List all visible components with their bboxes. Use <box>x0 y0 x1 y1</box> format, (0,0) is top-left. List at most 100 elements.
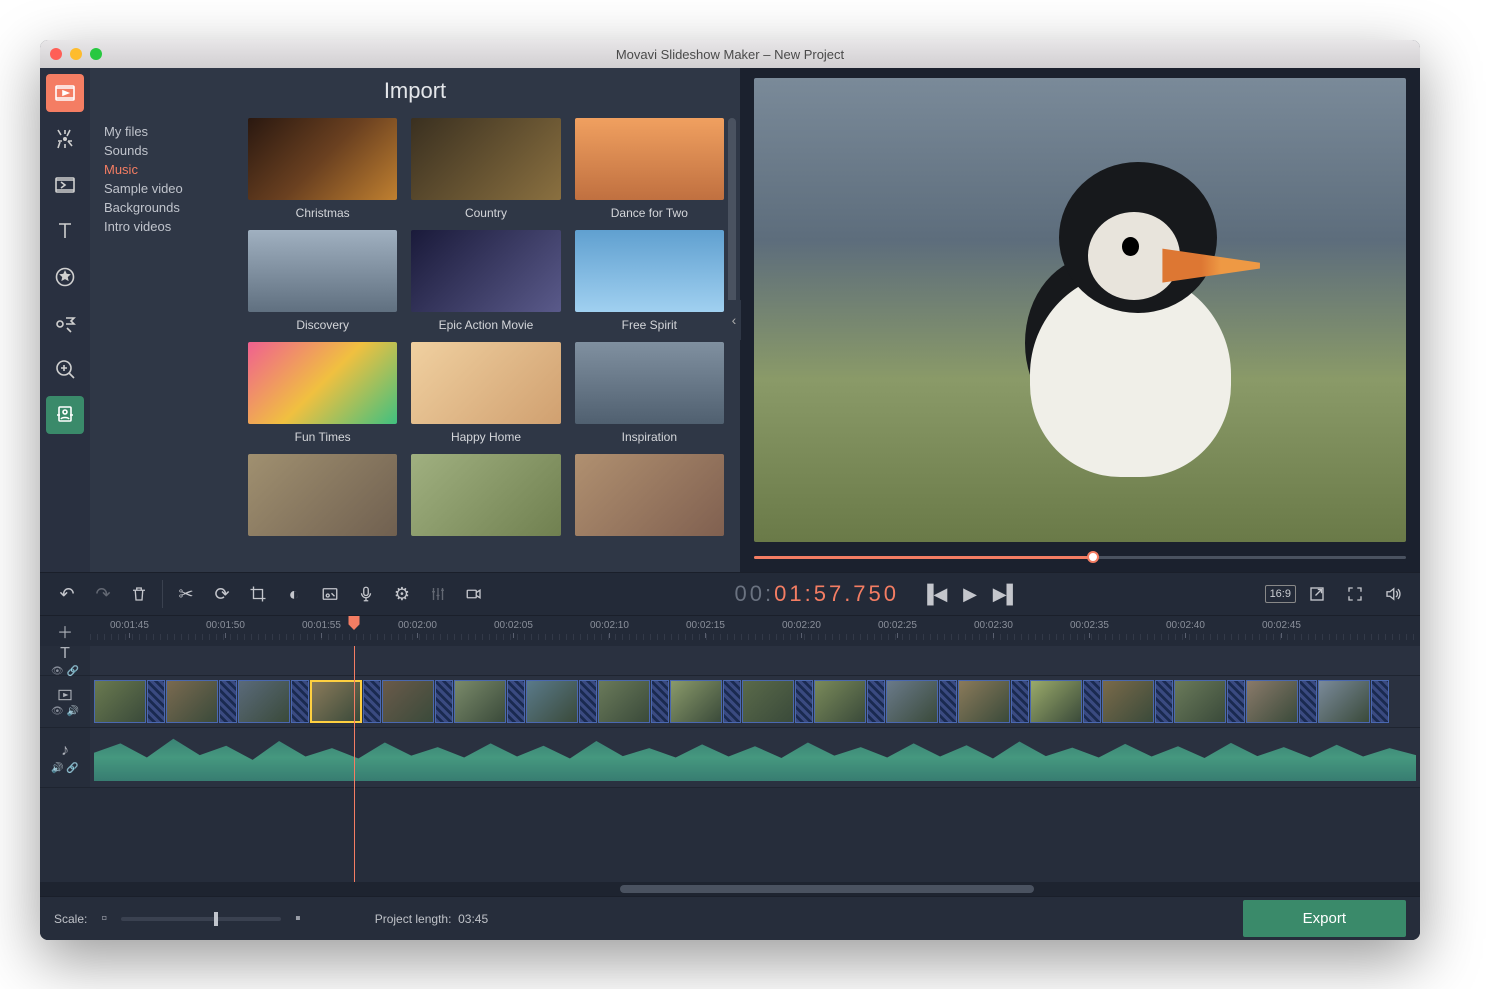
redo-button[interactable]: ↷ <box>86 577 120 611</box>
media-item[interactable] <box>411 454 560 536</box>
media-item[interactable]: Happy Home <box>411 342 560 444</box>
audio-track-head[interactable]: ♪🔊 🔗 <box>40 728 90 787</box>
more-tools-button[interactable] <box>46 396 84 434</box>
clip-properties-button[interactable] <box>313 577 347 611</box>
transition-clip[interactable] <box>1371 680 1389 723</box>
play-button[interactable]: ▶ <box>955 577 985 611</box>
category-item[interactable]: Music <box>104 160 240 179</box>
transition-clip[interactable] <box>867 680 885 723</box>
transition-clip[interactable] <box>795 680 813 723</box>
audio-track[interactable] <box>90 728 1420 787</box>
voiceover-button[interactable] <box>349 577 383 611</box>
title-track-head[interactable]: T👁 🔗 <box>40 646 90 675</box>
video-clip[interactable] <box>886 680 938 723</box>
video-clip[interactable] <box>1174 680 1226 723</box>
transition-clip[interactable] <box>507 680 525 723</box>
video-clip[interactable] <box>382 680 434 723</box>
media-thumbnail <box>248 454 397 536</box>
transition-clip[interactable] <box>939 680 957 723</box>
video-clip[interactable] <box>814 680 866 723</box>
video-clip[interactable] <box>1318 680 1370 723</box>
media-item[interactable]: Fun Times <box>248 342 397 444</box>
transition-clip[interactable] <box>723 680 741 723</box>
transition-clip[interactable] <box>651 680 669 723</box>
video-clip[interactable] <box>454 680 506 723</box>
video-track[interactable] <box>90 676 1420 727</box>
media-item[interactable]: Country <box>411 118 560 220</box>
video-clip[interactable] <box>958 680 1010 723</box>
video-clip[interactable] <box>310 680 362 723</box>
panel-scrollbar[interactable] <box>728 118 736 562</box>
media-item[interactable]: Discovery <box>248 230 397 332</box>
transition-clip[interactable] <box>1011 680 1029 723</box>
category-item[interactable]: Intro videos <box>104 217 240 236</box>
transition-clip[interactable] <box>1227 680 1245 723</box>
zoom-tab-button[interactable] <box>46 350 84 388</box>
fullscreen-button[interactable] <box>1338 577 1372 611</box>
transition-clip[interactable] <box>1083 680 1101 723</box>
time-ruler[interactable]: 00:01:4500:01:5000:01:5500:02:0000:02:05… <box>90 616 1420 646</box>
media-item[interactable]: Dance for Two <box>575 118 724 220</box>
titles-tab-button[interactable] <box>46 212 84 250</box>
transition-clip[interactable] <box>363 680 381 723</box>
export-button[interactable]: Export <box>1243 900 1406 937</box>
media-item[interactable]: Inspiration <box>575 342 724 444</box>
import-tab-button[interactable] <box>46 74 84 112</box>
video-track-head[interactable]: 👁 🔊 <box>40 676 90 727</box>
video-clip[interactable] <box>526 680 578 723</box>
prev-button[interactable]: ▐◀ <box>919 577 949 611</box>
category-item[interactable]: Sounds <box>104 141 240 160</box>
crop-button[interactable] <box>241 577 275 611</box>
transitions-tab-button[interactable] <box>46 166 84 204</box>
media-item[interactable]: Christmas <box>248 118 397 220</box>
video-clip[interactable] <box>742 680 794 723</box>
video-clip[interactable] <box>238 680 290 723</box>
video-clip[interactable] <box>1030 680 1082 723</box>
media-item[interactable] <box>248 454 397 536</box>
category-item[interactable]: My files <box>104 122 240 141</box>
video-clip[interactable] <box>598 680 650 723</box>
undo-button[interactable]: ↶ <box>50 577 84 611</box>
category-item[interactable]: Sample video <box>104 179 240 198</box>
settings-button[interactable]: ⚙ <box>385 577 419 611</box>
collapse-panel-button[interactable]: ‹ <box>727 300 741 340</box>
next-button[interactable]: ▶▌ <box>991 577 1021 611</box>
delete-button[interactable] <box>122 577 156 611</box>
video-clip[interactable] <box>94 680 146 723</box>
equalizer-button[interactable] <box>421 577 455 611</box>
transition-clip[interactable] <box>579 680 597 723</box>
volume-button[interactable] <box>1376 577 1410 611</box>
callouts-tab-button[interactable] <box>46 304 84 342</box>
preview-video[interactable] <box>754 78 1406 542</box>
filters-tab-button[interactable] <box>46 120 84 158</box>
video-clip[interactable] <box>1102 680 1154 723</box>
rotate-button[interactable]: ⟳ <box>205 577 239 611</box>
media-item[interactable]: Epic Action Movie <box>411 230 560 332</box>
color-adjust-button[interactable]: ◐ <box>277 577 311 611</box>
media-item[interactable]: Free Spirit <box>575 230 724 332</box>
scale-zoom-in-icon[interactable]: ▪ <box>295 910 301 928</box>
media-item[interactable] <box>575 454 724 536</box>
detach-preview-button[interactable] <box>1300 577 1334 611</box>
add-track-button[interactable]: ＋ <box>40 616 90 646</box>
record-button[interactable] <box>457 577 491 611</box>
playhead-icon[interactable] <box>349 616 360 630</box>
transition-clip[interactable] <box>1299 680 1317 723</box>
transition-clip[interactable] <box>291 680 309 723</box>
transition-clip[interactable] <box>435 680 453 723</box>
transition-clip[interactable] <box>1155 680 1173 723</box>
scale-slider[interactable] <box>121 917 281 921</box>
timeline-scrollbar[interactable] <box>40 882 1420 896</box>
scale-zoom-out-icon[interactable]: ▫ <box>101 910 107 928</box>
transition-clip[interactable] <box>219 680 237 723</box>
stickers-tab-button[interactable] <box>46 258 84 296</box>
transition-clip[interactable] <box>147 680 165 723</box>
video-clip[interactable] <box>166 680 218 723</box>
video-clip[interactable] <box>670 680 722 723</box>
category-item[interactable]: Backgrounds <box>104 198 240 217</box>
video-clip[interactable] <box>1246 680 1298 723</box>
seek-bar[interactable] <box>754 548 1406 566</box>
cut-button[interactable]: ✂ <box>169 577 203 611</box>
title-track[interactable] <box>90 646 1420 675</box>
aspect-ratio-button[interactable]: 16:9 <box>1265 585 1296 603</box>
